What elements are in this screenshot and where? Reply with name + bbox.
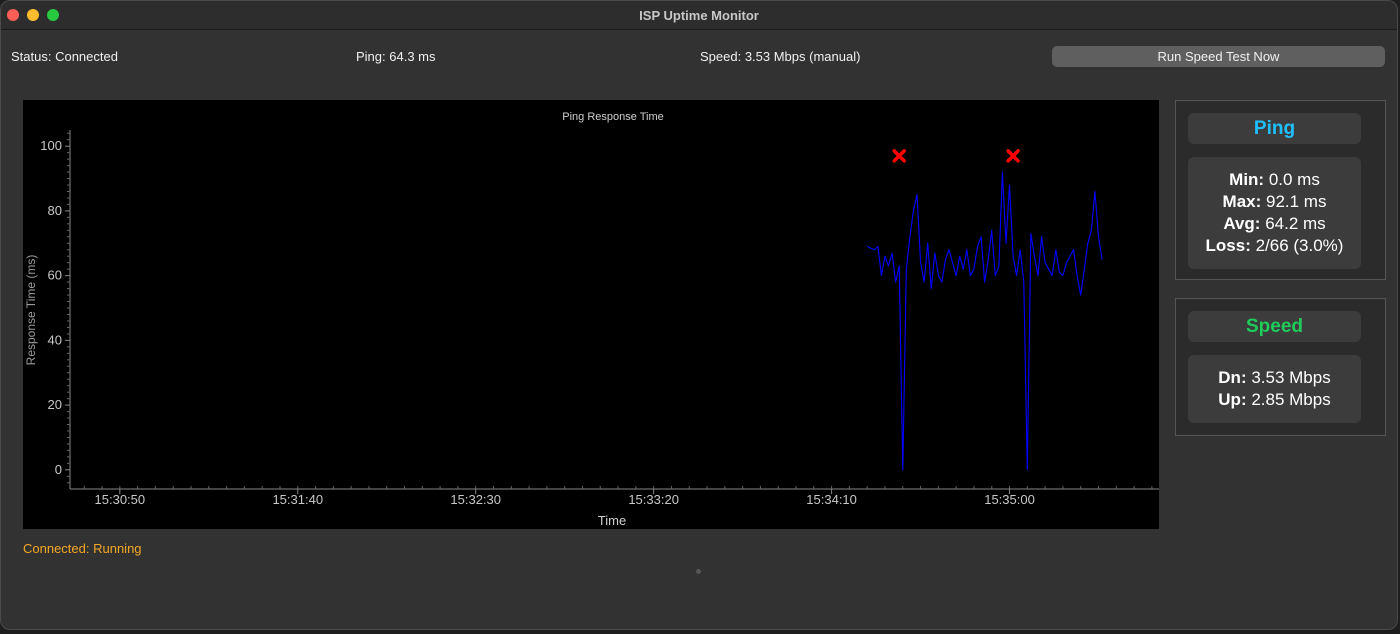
x-tick-label: 15:30:50 xyxy=(95,492,146,507)
x-tick-label: 15:31:40 xyxy=(272,492,323,507)
x-tick-label: 15:33:20 xyxy=(628,492,679,507)
y-tick-label: 60 xyxy=(48,268,62,283)
connection-status: Status: Connected xyxy=(11,49,118,64)
speed-stats-body: Dn: 3.53 Mbps Up: 2.85 Mbps xyxy=(1188,355,1361,423)
ping-loss-row: Loss: 2/66 (3.0%) xyxy=(1205,236,1344,255)
x-tick-label: 15:34:10 xyxy=(806,492,857,507)
speed-down-row: Dn: 3.53 Mbps xyxy=(1218,368,1331,387)
ping-chart: Ping Response Time Time Response Time (m… xyxy=(23,100,1159,529)
app-window: ISP Uptime Monitor Status: Connected Pin… xyxy=(0,0,1398,630)
ping-panel-header: Ping xyxy=(1188,113,1361,144)
resize-grip-dot xyxy=(696,569,701,574)
packet-loss-marker xyxy=(1006,149,1020,163)
y-tick-label: 20 xyxy=(48,397,62,412)
y-tick-label: 0 xyxy=(55,462,62,477)
ping-series-line xyxy=(866,171,1103,471)
chart-title: Ping Response Time xyxy=(562,111,664,123)
ping-max-row: Max: 92.1 ms xyxy=(1222,192,1327,211)
speed-up-row: Up: 2.85 Mbps xyxy=(1218,390,1331,409)
y-tick-label: 100 xyxy=(40,138,62,153)
speed-panel-header: Speed xyxy=(1188,311,1361,342)
ping-chart-svg: Ping Response Time Time Response Time (m… xyxy=(24,111,1159,528)
speed-stats-panel: Speed Dn: 3.53 Mbps Up: 2.85 Mbps xyxy=(1175,298,1386,436)
footer-status: Connected: Running xyxy=(23,541,142,556)
ping-stats-body: Min: 0.0 ms Max: 92.1 ms Avg: 64.2 ms Lo… xyxy=(1188,157,1361,269)
ping-avg-row: Avg: 64.2 ms xyxy=(1223,214,1326,233)
x-axis-label: Time xyxy=(598,513,626,528)
ping-stats-panel: Ping Min: 0.0 ms Max: 92.1 ms Avg: 64.2 … xyxy=(1175,100,1386,280)
run-speed-test-button[interactable]: Run Speed Test Now xyxy=(1052,46,1385,67)
x-tick-label: 15:35:00 xyxy=(984,492,1035,507)
ping-readout: Ping: 64.3 ms xyxy=(356,49,436,64)
y-tick-label: 80 xyxy=(48,203,62,218)
y-tick-label: 40 xyxy=(48,332,62,347)
y-axis-label: Response Time (ms) xyxy=(24,255,38,366)
title-bar: ISP Uptime Monitor xyxy=(1,1,1397,30)
packet-loss-marker xyxy=(892,149,906,163)
speed-readout: Speed: 3.53 Mbps (manual) xyxy=(700,49,861,64)
window-title: ISP Uptime Monitor xyxy=(639,8,759,23)
x-tick-label: 15:32:30 xyxy=(450,492,501,507)
ping-min-row: Min: 0.0 ms xyxy=(1229,170,1320,189)
